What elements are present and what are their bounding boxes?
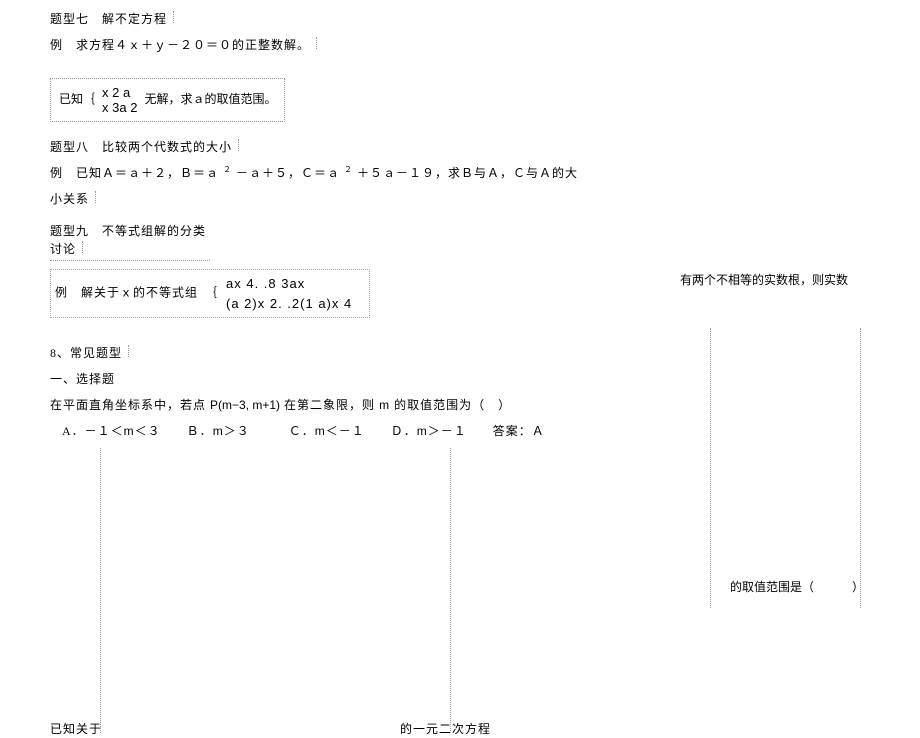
divider	[316, 37, 317, 49]
m: m	[315, 424, 326, 438]
section-9-example: 例 解关于ｘ的不等式组 ｛ ax 4. .8 3ax (a 2)x 2. .2(…	[50, 269, 370, 318]
exp: ２	[223, 165, 232, 174]
divider	[238, 139, 239, 151]
exp: ２	[344, 165, 353, 174]
text: 有两个不相等的实数根，则实数	[680, 273, 848, 287]
m: m	[417, 424, 428, 438]
b-tail: ＞３ Ｃ．	[224, 424, 315, 438]
answer-choices: A．－１＜m＜３ Ｂ．m＞３ Ｃ．m＜－１ Ｄ．m＞－１ 答案：Ａ	[50, 422, 870, 440]
divider	[82, 241, 83, 253]
point: P(m−3, m+1)	[210, 398, 280, 412]
lead: 已知｛	[59, 92, 95, 106]
common-heading: 8、常见题型	[50, 344, 870, 362]
section-9-title: 题型九 不等式组解的分类讨论	[50, 222, 210, 261]
text: 8、常见题型	[50, 346, 122, 360]
right-note-1: 有两个不相等的实数根，则实数	[680, 271, 848, 288]
lead: 例 解关于ｘ的不等式组 ｛	[55, 285, 218, 299]
m: m	[213, 424, 224, 438]
a-lead: A．－１＜	[62, 424, 124, 438]
right-note-2: 的取值范围是（ ）	[730, 578, 864, 595]
close: ）	[852, 580, 864, 594]
system-brace: x 2 a x 3a 2	[102, 85, 137, 115]
lead: 例 已知Ａ＝ａ＋２，Ｂ＝ａ	[50, 166, 219, 180]
lead: 已知关于	[50, 722, 102, 736]
spacing-block: 的取值范围是（ ）	[50, 448, 870, 688]
divider	[128, 345, 129, 357]
m: m	[124, 424, 135, 438]
tail: 在第二象限，则	[284, 398, 375, 412]
end: 的取值范围为（ ）	[394, 398, 511, 412]
common-desc: 在平面直角坐标系中，若点 P(m−3, m+1) 在第二象限，则 m 的取值范围…	[50, 396, 870, 414]
tail: 的一元二次方程	[400, 722, 491, 736]
text: 小关系	[50, 192, 89, 206]
text: 题型九 不等式组解的分类讨论	[50, 224, 206, 256]
text: 例 求方程４ｘ＋ｙ－２０＝０的正整数解。	[50, 38, 310, 52]
row2: x 3a 2	[102, 100, 137, 115]
dotted-vline	[100, 448, 101, 733]
mid: －ａ＋５，Ｃ＝ａ	[236, 166, 340, 180]
tail: ＋５ａ－１９，求Ｂ与Ａ，Ｃ与Ａ的大	[357, 166, 578, 180]
text: 题型七 解不定方程	[50, 12, 167, 26]
a-tail: ＜３ Ｂ．	[135, 424, 213, 438]
text: 的取值范围是（	[730, 580, 814, 594]
row1: x 2 a	[102, 85, 137, 100]
divider	[95, 191, 96, 203]
tail: 无解，求ａ的取值范围。	[144, 92, 276, 106]
c-tail: ＜－１ Ｄ．	[326, 424, 417, 438]
section-8-example-cont: 小关系	[50, 190, 870, 208]
common-sub1: 一、选择题	[50, 370, 870, 388]
dotted-vline	[710, 328, 711, 608]
section-8-example: 例 已知Ａ＝ａ＋２，Ｂ＝ａ ２ －ａ＋５，Ｃ＝ａ ２ ＋５ａ－１９，求Ｂ与Ａ，Ｃ…	[50, 164, 870, 182]
divider	[173, 11, 174, 23]
dotted-vline	[450, 448, 451, 733]
d-tail: ＞－１ 答案：Ａ	[428, 424, 545, 438]
section-7-example: 例 求方程４ｘ＋ｙ－２０＝０的正整数解。	[50, 36, 870, 54]
text: 题型八 比较两个代数式的大小	[50, 140, 232, 154]
lead: 在平面直角坐标系中，若点	[50, 398, 206, 412]
section-8-title: 题型八 比较两个代数式的大小	[50, 138, 870, 156]
sys-row-2: (a 2)x 2. .2(1 a)x 4	[226, 294, 352, 314]
text: 一、选择题	[50, 372, 115, 386]
boxed-given-1: 已知｛ x 2 a x 3a 2 无解，求ａ的取值范围。	[50, 78, 285, 122]
section-7-title: 题型七 解不定方程	[50, 10, 870, 28]
bottom-line: 已知关于 的一元二次方程	[50, 720, 870, 738]
system-brace: ax 4. .8 3ax (a 2)x 2. .2(1 a)x 4	[226, 274, 352, 313]
m-var: m	[379, 398, 390, 412]
dotted-vline	[860, 328, 861, 608]
sys-row-1: ax 4. .8 3ax	[226, 274, 352, 294]
